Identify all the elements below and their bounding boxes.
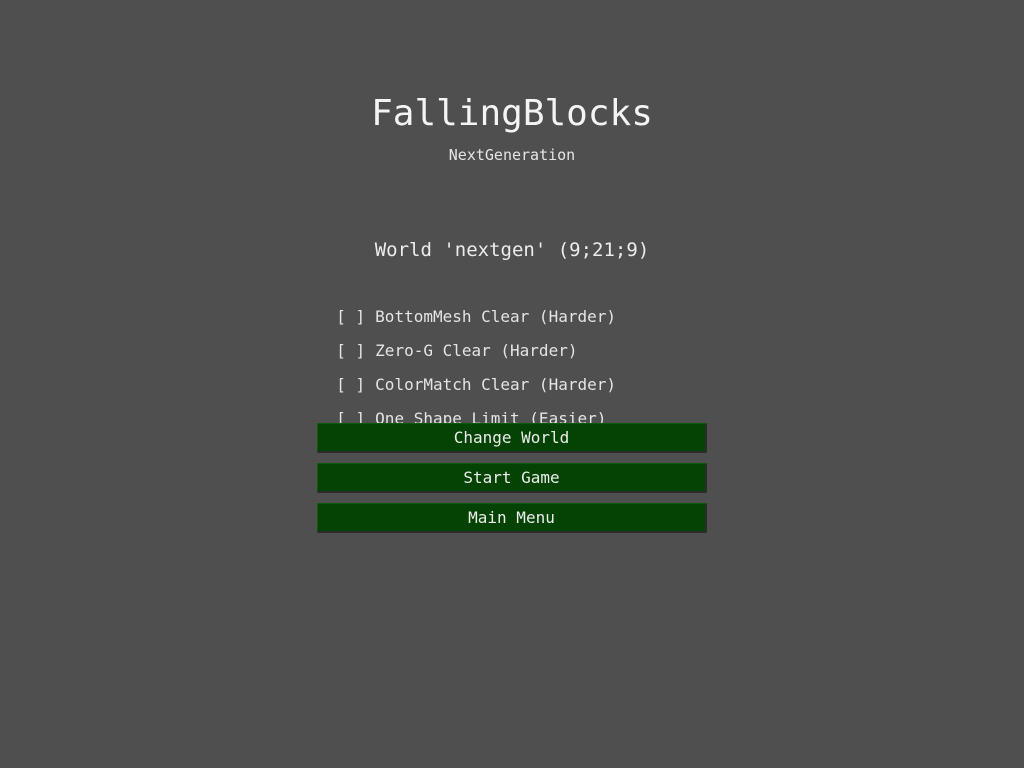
game-title: FallingBlocks [371,93,653,134]
world-label: World 'nextgen' (9;21;9) [374,239,650,261]
game-subtitle: NextGeneration [448,146,576,164]
change-world-button[interactable]: Change World [317,423,707,453]
main-menu-button[interactable]: Main Menu [317,503,707,533]
start-game-button[interactable]: Start Game [317,463,707,493]
